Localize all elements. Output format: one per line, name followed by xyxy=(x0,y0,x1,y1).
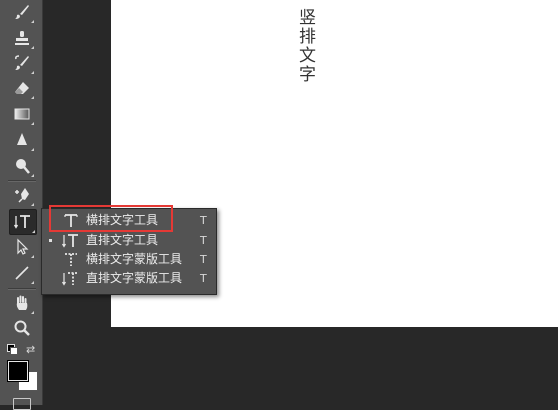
active-tool-bullet xyxy=(49,239,52,242)
pen-icon xyxy=(15,188,29,203)
history-brush-tool-button[interactable] xyxy=(9,51,35,75)
tools-panel: ⇄ xyxy=(0,0,43,410)
flyout-item-vertical-type-mask[interactable]: 直排文字蒙版工具 T xyxy=(42,269,216,288)
flyout-item-shortcut: T xyxy=(200,272,207,285)
history-brush-icon xyxy=(15,55,29,70)
vertical-type-icon xyxy=(14,215,30,229)
flyout-item-label: 直排文字工具 xyxy=(86,233,159,247)
flyout-item-label: 横排文字蒙版工具 xyxy=(86,252,183,266)
eraser-tool-button[interactable] xyxy=(9,76,35,100)
clone-stamp-tool-button[interactable] xyxy=(9,26,35,50)
dodge-icon xyxy=(16,159,30,174)
flyout-item-label: 直排文字蒙版工具 xyxy=(86,271,183,285)
hand-icon xyxy=(16,295,28,310)
vertical-type-icon xyxy=(62,234,78,248)
zoom-icon xyxy=(14,320,30,336)
blur-icon xyxy=(17,133,27,145)
horizontal-type-mask-icon xyxy=(65,253,77,266)
brush-icon xyxy=(15,5,29,19)
hand-tool-button[interactable] xyxy=(9,291,35,315)
gradient-tool-button[interactable] xyxy=(9,102,35,126)
flyout-item-shortcut: T xyxy=(200,234,207,247)
brush-tool-button[interactable] xyxy=(9,0,35,24)
clone-stamp-icon xyxy=(15,31,29,45)
quick-mask-icon[interactable] xyxy=(13,398,31,410)
blur-tool-button[interactable] xyxy=(9,128,35,152)
swap-colors-icon[interactable]: ⇄ xyxy=(26,343,35,356)
flyout-item-vertical-type[interactable]: 直排文字工具 T xyxy=(42,231,216,250)
line-tool-button[interactable] xyxy=(9,261,35,285)
vertical-text-layer[interactable]: 竖排文字 xyxy=(295,8,318,84)
flyout-item-horizontal-type-mask[interactable]: 横排文字蒙版工具 T xyxy=(42,250,216,269)
flyout-item-shortcut: T xyxy=(200,253,207,266)
flyout-item-horizontal-type[interactable]: 横排文字工具 T xyxy=(42,211,216,230)
flyout-item-label: 横排文字工具 xyxy=(86,213,159,227)
flyout-item-shortcut: T xyxy=(200,214,207,227)
gradient-icon xyxy=(14,108,30,120)
foreground-color-swatch[interactable] xyxy=(7,360,29,382)
type-tool-button[interactable] xyxy=(9,209,37,235)
zoom-tool-button[interactable] xyxy=(9,316,35,340)
horizontal-type-icon xyxy=(64,214,78,227)
line-icon xyxy=(15,266,29,280)
pen-tool-button[interactable] xyxy=(9,183,35,207)
default-colors-icon[interactable] xyxy=(7,344,18,355)
dodge-tool-button[interactable] xyxy=(9,154,35,178)
path-selection-tool-button[interactable] xyxy=(9,235,35,259)
eraser-icon xyxy=(15,82,29,94)
path-selection-icon xyxy=(17,238,29,255)
type-tool-flyout-menu: 横排文字工具 T 直排文字工具 T 横排文字蒙版工具 T 直排文字蒙版工具 T xyxy=(41,208,217,295)
vertical-type-mask-icon xyxy=(62,272,78,286)
